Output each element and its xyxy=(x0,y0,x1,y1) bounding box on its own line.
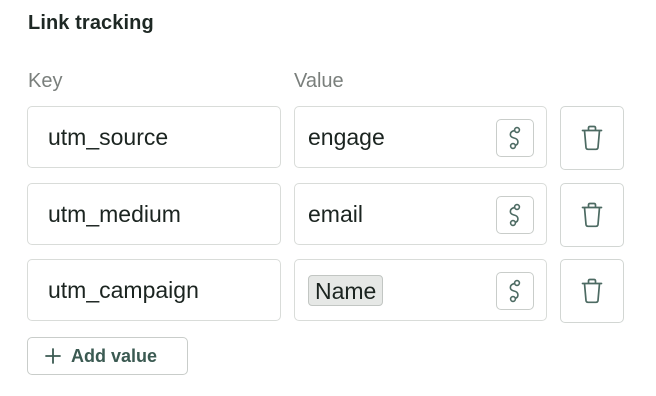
variable-path-icon xyxy=(509,126,521,150)
insert-variable-button[interactable] xyxy=(496,119,534,157)
delete-row-button[interactable] xyxy=(560,106,624,170)
trash-icon xyxy=(581,125,603,151)
value-input[interactable]: Name xyxy=(294,259,547,321)
value-column-label: Value xyxy=(294,70,344,92)
section-title: Link tracking xyxy=(28,12,154,34)
key-input-value: utm_medium xyxy=(48,201,181,227)
delete-row-button[interactable] xyxy=(560,259,624,323)
value-input[interactable]: email xyxy=(294,183,547,245)
variable-token[interactable]: Name xyxy=(308,275,384,306)
key-input-value: utm_source xyxy=(48,124,169,150)
tracking-row: utm_source engage xyxy=(0,106,656,172)
key-input-value: utm_campaign xyxy=(48,277,199,303)
delete-row-button[interactable] xyxy=(560,183,624,247)
add-value-button[interactable]: Add value xyxy=(27,337,188,375)
key-input[interactable]: utm_campaign xyxy=(27,259,281,321)
tracking-row: utm_medium email xyxy=(0,183,656,249)
key-input[interactable]: utm_source xyxy=(27,106,281,168)
value-input[interactable]: engage xyxy=(294,106,547,168)
variable-path-icon xyxy=(509,203,521,227)
trash-icon xyxy=(581,202,603,228)
value-input-value: engage xyxy=(308,124,385,150)
plus-icon xyxy=(45,348,61,364)
value-input-value: email xyxy=(308,201,363,227)
key-column-label: Key xyxy=(28,70,63,92)
insert-variable-button[interactable] xyxy=(496,272,534,310)
trash-icon xyxy=(581,278,603,304)
add-value-label: Add value xyxy=(71,345,158,366)
insert-variable-button[interactable] xyxy=(496,196,534,234)
tracking-row: utm_campaign Name xyxy=(0,259,656,325)
key-input[interactable]: utm_medium xyxy=(27,183,281,245)
variable-path-icon xyxy=(509,279,521,303)
